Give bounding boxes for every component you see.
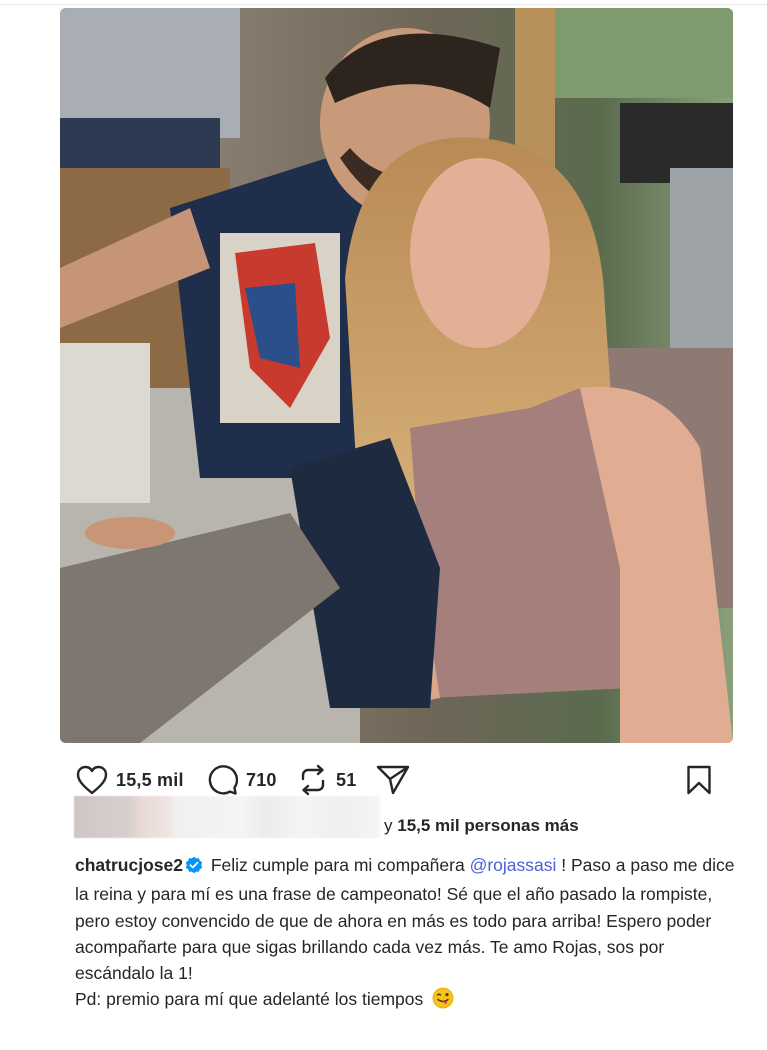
save-button[interactable]	[686, 764, 712, 796]
send-icon	[376, 764, 410, 796]
post-caption: chatrucjose2 Feliz cumple para mi compañ…	[75, 852, 735, 1017]
post-photo[interactable]	[60, 8, 733, 743]
comment-button[interactable]: 710	[206, 764, 277, 796]
verified-badge-icon	[185, 855, 203, 881]
liked-by-row[interactable]: y 15,5 mil personas más	[74, 796, 634, 838]
liked-by-text: y 15,5 mil personas más	[384, 816, 579, 836]
heart-icon	[76, 765, 108, 795]
liked-by-connector: y	[384, 816, 393, 835]
liked-by-others[interactable]: 15,5 mil personas más	[397, 816, 578, 835]
bookmark-icon	[686, 765, 712, 795]
winking-tongue-emoji	[432, 987, 454, 1016]
like-count: 15,5 mil	[116, 769, 184, 790]
share-button[interactable]	[376, 764, 410, 796]
repost-count: 51	[336, 769, 357, 790]
repost-button[interactable]: 51	[298, 764, 356, 796]
caption-username[interactable]: chatrucjose2	[75, 855, 183, 875]
selfie-photo	[60, 8, 733, 743]
caption-mention-link[interactable]: @rojassasi	[470, 855, 557, 875]
comment-bubble-icon	[206, 764, 238, 796]
like-button[interactable]: 15,5 mil	[76, 764, 184, 796]
comment-count: 710	[246, 769, 277, 790]
blurred-liked-by-avatars	[74, 796, 380, 838]
caption-text-start: Feliz cumple para mi compañera	[210, 855, 465, 875]
repost-icon	[298, 764, 328, 796]
caption-postscript: Pd: premio para mí que adelanté los tiem…	[75, 989, 424, 1010]
top-divider	[0, 4, 767, 5]
